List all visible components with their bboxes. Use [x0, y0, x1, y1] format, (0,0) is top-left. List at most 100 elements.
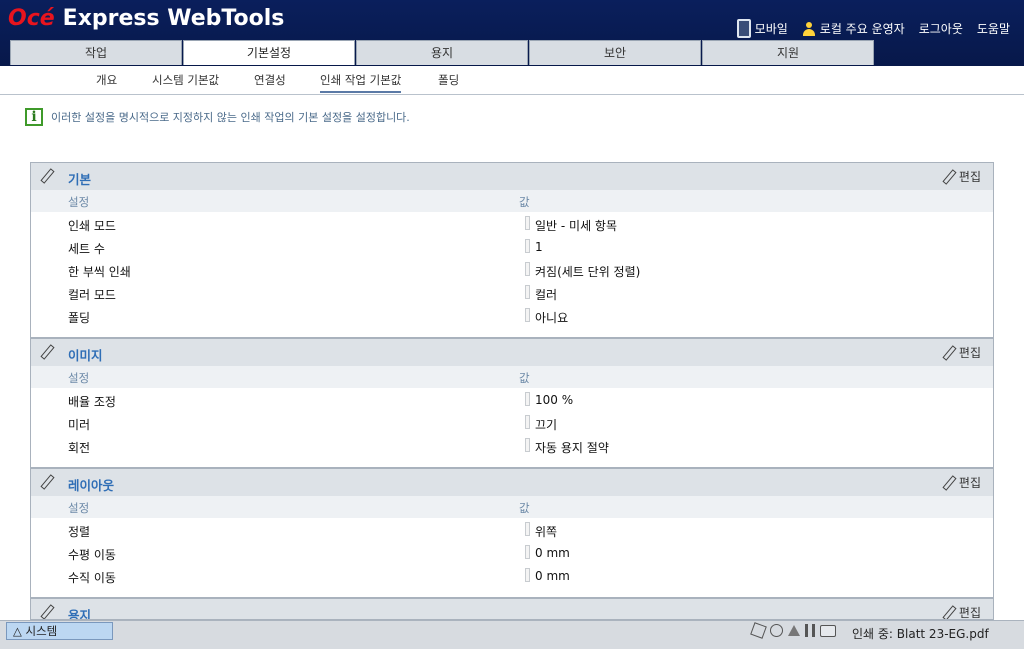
section-header: 기본 편집: [31, 162, 993, 190]
setting-name: 세트 수: [68, 242, 105, 256]
setting-column-label: 설정: [68, 501, 90, 515]
value-marker: [525, 522, 530, 536]
media-icon[interactable]: [750, 622, 767, 639]
setting-name: 정렬: [68, 525, 91, 539]
info-icon: i: [25, 108, 43, 126]
subtab-system-defaults[interactable]: 시스템 기본값: [152, 72, 219, 88]
edit-label: 편집: [958, 606, 981, 620]
mobile-label: 모바일: [754, 22, 788, 36]
value-marker: [525, 262, 530, 276]
setting-name: 인쇄 모드: [68, 219, 116, 233]
subtab-print-job-defaults[interactable]: 인쇄 작업 기본값: [320, 72, 402, 93]
top-links: 모바일 로컬 주요 운영자 로그아웃 도움말: [736, 19, 1010, 38]
sub-tabs: 개요 시스템 기본값 연결성 인쇄 작업 기본값 폴딩: [0, 66, 1024, 95]
pencil-icon: [941, 606, 955, 620]
edit-button[interactable]: 편집: [941, 474, 981, 491]
subtab-folding[interactable]: 폴딩: [438, 72, 459, 88]
pencil-icon: [39, 605, 53, 619]
setting-value: 켜짐(세트 단위 정렬): [535, 265, 641, 279]
section-title: 이미지: [68, 348, 103, 363]
user-link[interactable]: 로컬 주요 운영자: [802, 20, 905, 37]
setting-column-label: 설정: [68, 195, 90, 209]
printing-status: 인쇄 중: Blatt 23-EG.pdf: [852, 627, 989, 641]
section-header: 이미지 편집: [31, 338, 993, 366]
pencil-icon: [941, 170, 955, 184]
table-row: 배율 조정 100 %: [31, 388, 993, 411]
setting-name: 수평 이동: [68, 548, 116, 562]
mobile-link[interactable]: 모바일: [736, 19, 788, 38]
table-row: 회전 자동 용지 절약: [31, 434, 993, 457]
tab-jobs[interactable]: 작업: [10, 40, 182, 65]
setting-name: 폴딩: [68, 311, 91, 325]
app-header: Océ Express WebTools 모바일 로컬 주요 운영자 로그아웃 도…: [0, 0, 1024, 66]
pencil-icon: [39, 169, 53, 183]
app-logo: Océ Express WebTools: [8, 6, 284, 31]
edit-label: 편집: [958, 346, 981, 360]
setting-value: 끄기: [535, 418, 558, 432]
tab-support[interactable]: 지원: [702, 40, 874, 65]
table-row: 미러 끄기: [31, 411, 993, 434]
value-marker: [525, 239, 530, 253]
value-marker: [525, 415, 530, 429]
edit-button[interactable]: 편집: [941, 344, 981, 361]
value-column-label: 값: [519, 371, 530, 385]
setting-name: 배율 조정: [68, 395, 116, 409]
setting-value: 일반 - 미세 항목: [535, 219, 618, 233]
edit-button[interactable]: 편집: [941, 604, 981, 620]
edit-label: 편집: [958, 170, 981, 184]
help-link[interactable]: 도움말: [977, 20, 1010, 37]
edit-button[interactable]: 편집: [941, 168, 981, 185]
setting-value: 100 %: [535, 393, 574, 407]
value-marker: [525, 545, 530, 559]
value-marker: [525, 216, 530, 230]
tab-media[interactable]: 용지: [356, 40, 528, 65]
section-title: 용지: [68, 608, 92, 620]
setting-name: 회전: [68, 441, 91, 455]
edit-label: 편집: [958, 476, 981, 490]
status-icons: [750, 622, 836, 639]
section-image: 이미지 편집 설정 값 배율 조정 100 % 미러 끄기 회전 자동 용지 절약: [30, 338, 994, 468]
printer-icon[interactable]: [820, 624, 836, 637]
logout-link[interactable]: 로그아웃: [919, 20, 963, 37]
section-title: 기본: [68, 172, 92, 187]
pause-icon[interactable]: [805, 624, 815, 637]
setting-column-label: 설정: [68, 371, 90, 385]
table-row: 수직 이동 0 mm: [31, 564, 993, 587]
status-bar: △ 시스템 인쇄 중: Blatt 23-EG.pdf: [0, 620, 1024, 649]
section-header: 레이아웃 편집: [31, 468, 993, 496]
setting-name: 한 부씩 인쇄: [68, 265, 131, 279]
toner-icon[interactable]: [788, 625, 800, 636]
table-row: 폴딩 아니요: [31, 304, 993, 327]
table-row: 컬러 모드 컬러: [31, 281, 993, 304]
column-header: 설정 값: [31, 366, 993, 388]
tab-security[interactable]: 보안: [529, 40, 701, 65]
table-row: 세트 수 1: [31, 235, 993, 258]
setting-name: 수직 이동: [68, 571, 116, 585]
product-name: Express WebTools: [62, 6, 285, 31]
value-marker: [525, 392, 530, 406]
pencil-icon: [39, 475, 53, 489]
pencil-icon: [39, 345, 53, 359]
system-tab[interactable]: △ 시스템: [6, 622, 113, 640]
user-icon: [802, 21, 816, 36]
subtab-overview[interactable]: 개요: [96, 72, 117, 88]
mobile-icon: [736, 19, 751, 38]
section-header: 용지 편집: [31, 598, 993, 620]
column-header: 설정 값: [31, 496, 993, 518]
setting-name: 컬러 모드: [68, 288, 116, 302]
value-marker: [525, 308, 530, 322]
disc-icon[interactable]: [770, 624, 783, 637]
value-column-label: 값: [519, 501, 530, 515]
value-marker: [525, 285, 530, 299]
subtab-connectivity[interactable]: 연결성: [254, 72, 286, 88]
main-tabs: 작업 기본설정 용지 보안 지원: [10, 40, 875, 65]
pencil-icon: [941, 346, 955, 360]
table-row: 한 부씩 인쇄 켜짐(세트 단위 정렬): [31, 258, 993, 281]
value-marker: [525, 568, 530, 582]
table-row: 정렬 위쪽: [31, 518, 993, 541]
setting-name: 미러: [68, 418, 91, 432]
setting-value: 아니요: [535, 311, 569, 325]
tab-preferences[interactable]: 기본설정: [183, 40, 355, 65]
section-title: 레이아웃: [68, 478, 115, 493]
info-message: i 이러한 설정을 명시적으로 지정하지 않는 인쇄 작업의 기본 설정을 설정…: [25, 108, 410, 126]
